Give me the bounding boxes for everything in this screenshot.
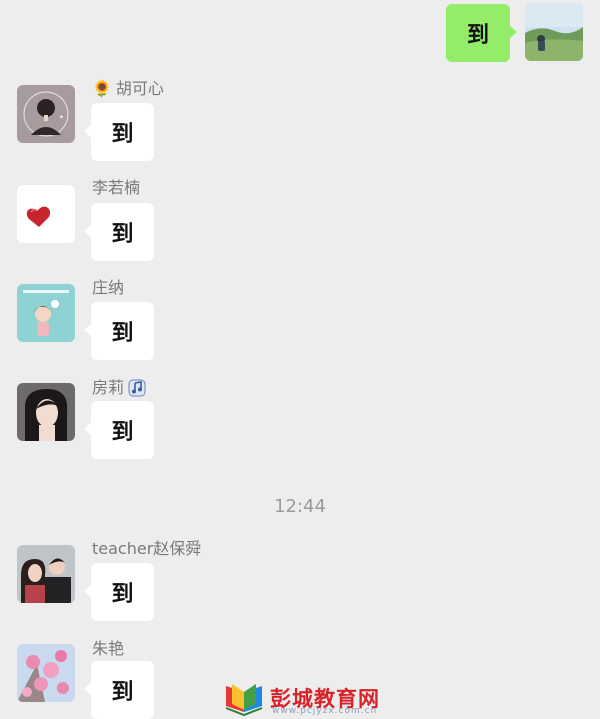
message-bubble-fangli[interactable]: 到 [84, 401, 154, 459]
girl-portrait-icon: ✦ [17, 85, 75, 143]
message-text: 到 [111, 420, 134, 445]
message-text: 到 [111, 321, 134, 346]
avatar-teacher-zhaobaoshun[interactable] [17, 545, 75, 603]
avatar-liruonan[interactable] [17, 185, 75, 243]
watermark-url: www.pcjyzx.com.cn [272, 706, 378, 716]
avatar-hukexin[interactable]: ✦ [17, 85, 75, 143]
pink-flowers-icon [17, 644, 75, 702]
self-avatar[interactable] [525, 3, 583, 61]
music-note-badge-icon [128, 379, 146, 397]
self-message-text: 到 [466, 23, 489, 48]
message-bubble-teacher-zhaobaoshun[interactable]: 到 [84, 563, 154, 621]
sunflower-icon: 🌻 [92, 79, 112, 98]
avatar-zhuyan[interactable] [17, 644, 75, 702]
landscape-photo-icon [525, 3, 583, 61]
message-bubble-hukexin[interactable]: 到 [84, 103, 154, 161]
book-logo-icon [225, 684, 263, 716]
self-message-bubble[interactable]: 到 [446, 4, 517, 62]
sender-name-teacher-zhaobaoshun: teacher赵保舜 [92, 539, 202, 558]
cartoon-girl-icon [17, 284, 75, 342]
sender-name-liruonan: 李若楠 [92, 178, 141, 197]
message-bubble-zhuyan[interactable]: 到 [84, 661, 154, 719]
message-text: 到 [111, 222, 134, 247]
svg-text:✦: ✦ [59, 114, 64, 121]
timestamp: 12:44 [274, 496, 326, 517]
message-bubble-zhuangna[interactable]: 到 [84, 302, 154, 360]
woman-photo-icon [17, 383, 75, 441]
avatar-zhuangna[interactable] [17, 284, 75, 342]
heart-icon [17, 185, 75, 243]
message-text: 到 [111, 582, 134, 607]
sender-name-zhuyan: 朱艳 [92, 639, 125, 658]
avatar-fangli[interactable] [17, 383, 75, 441]
message-bubble-liruonan[interactable]: 到 [84, 203, 154, 261]
sender-name-fangli: 房莉 [92, 378, 146, 398]
message-text: 到 [111, 680, 134, 705]
message-text: 到 [111, 122, 134, 147]
chat-window: 到 ✦ 🌻 胡可心 到 李若楠 到 庄纳 到 房莉 到 12:44 teache… [0, 0, 600, 719]
sender-name-hukexin: 🌻 胡可心 [92, 79, 164, 98]
couple-photo-icon [17, 545, 75, 603]
watermark: 彭城教育网 www.pcjyzx.com.cn [224, 682, 380, 716]
sender-name-zhuangna: 庄纳 [92, 278, 125, 297]
